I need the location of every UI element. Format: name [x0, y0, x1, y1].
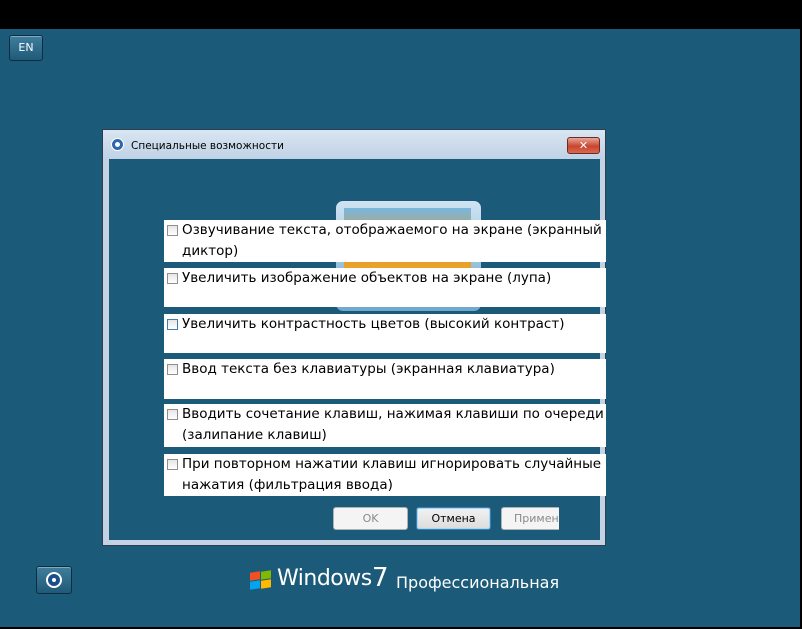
- ease-of-access-icon: [46, 572, 62, 588]
- close-button[interactable]: ✕: [567, 137, 600, 154]
- checkbox[interactable]: [167, 459, 178, 470]
- option-label: Увеличить изображение объектов на экране…: [182, 270, 552, 286]
- ok-button[interactable]: OK: [333, 507, 408, 530]
- checkbox[interactable]: [167, 364, 178, 375]
- option-label: Ввод текста без клавиатуры (экранная кла…: [182, 361, 555, 377]
- checkbox[interactable]: [167, 225, 178, 236]
- option-filter-keys[interactable]: При повторном нажатии клавиш игнорироват…: [164, 454, 606, 496]
- apply-button[interactable]: Примени: [501, 507, 559, 530]
- language-button[interactable]: EN: [9, 35, 43, 61]
- option-label: Вводить сочетание клавиш, нажимая клавиш…: [182, 406, 604, 443]
- option-high-contrast[interactable]: Увеличить контрастность цветов (высокий …: [164, 314, 606, 353]
- option-onscreen-keyboard[interactable]: Ввод текста без клавиатуры (экранная кла…: [164, 359, 606, 399]
- checkbox[interactable]: [167, 319, 178, 330]
- option-sticky-keys[interactable]: Вводить сочетание клавиш, нажимая клавиш…: [164, 404, 606, 447]
- windows-flag-icon: [250, 570, 272, 590]
- option-label: Увеличить контрастность цветов (высокий …: [182, 316, 565, 332]
- option-magnifier[interactable]: Увеличить изображение объектов на экране…: [164, 268, 606, 307]
- ease-of-access-button[interactable]: [36, 566, 72, 594]
- checkbox[interactable]: [167, 409, 178, 420]
- dialog-titlebar: Специальные возможности ✕: [103, 130, 605, 159]
- brand-name: Windows: [277, 566, 372, 591]
- option-label: При повторном нажатии клавиш игнорироват…: [182, 456, 602, 493]
- top-black-bar: [0, 0, 802, 29]
- brand-edition: Профессиональная: [396, 573, 560, 592]
- dialog-title: Специальные возможности: [131, 140, 284, 152]
- cancel-button[interactable]: Отмена: [416, 507, 491, 530]
- ease-of-access-icon: [111, 138, 124, 151]
- option-narrator[interactable]: Озвучивание текста, отображаемого на экр…: [164, 220, 606, 262]
- accessibility-dialog: Специальные возможности ✕ Озвучивание те…: [102, 129, 606, 546]
- brand-version: 7: [372, 563, 389, 593]
- option-label: Озвучивание текста, отображаемого на экр…: [182, 222, 602, 259]
- checkbox[interactable]: [167, 273, 178, 284]
- dialog-client-area: Озвучивание текста, отображаемого на экр…: [109, 159, 606, 540]
